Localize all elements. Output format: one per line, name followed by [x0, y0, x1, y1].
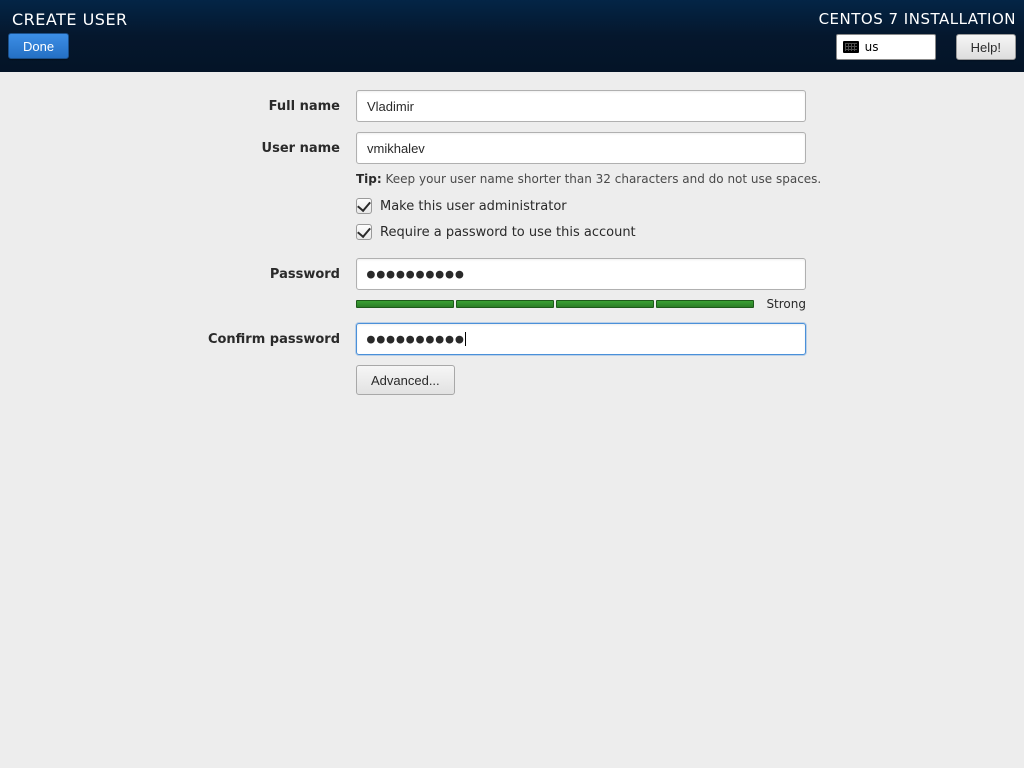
header-bar: CREATE USER Done CENTOS 7 INSTALLATION u…	[0, 0, 1024, 72]
confirm-password-input[interactable]: ●●●●●●●●●●	[356, 323, 806, 355]
create-user-form: Full name User name Tip: Keep your user …	[0, 72, 1024, 395]
username-tip: Tip: Keep your user name shorter than 32…	[356, 172, 836, 186]
admin-checkbox-label: Make this user administrator	[380, 199, 567, 214]
fullname-label: Full name	[0, 99, 356, 114]
advanced-button[interactable]: Advanced...	[356, 365, 455, 395]
require-password-checkbox-row[interactable]: Require a password to use this account	[356, 224, 1024, 240]
keyboard-layout-selector[interactable]: us	[836, 34, 936, 60]
page-title: CREATE USER	[12, 10, 128, 29]
done-button[interactable]: Done	[8, 33, 69, 59]
password-mask: ●●●●●●●●●●	[367, 267, 465, 282]
install-title: CENTOS 7 INSTALLATION	[819, 10, 1016, 28]
require-password-checkbox-label: Require a password to use this account	[380, 225, 636, 240]
password-strength: Strong	[356, 297, 806, 311]
require-password-checkbox[interactable]	[356, 224, 372, 240]
username-label: User name	[0, 141, 356, 156]
strength-segment	[556, 300, 654, 308]
keyboard-icon	[843, 41, 859, 53]
password-input[interactable]: ●●●●●●●●●●	[356, 258, 806, 290]
confirm-password-label: Confirm password	[0, 332, 356, 347]
help-button[interactable]: Help!	[956, 34, 1016, 60]
keyboard-layout-label: us	[865, 40, 879, 54]
strength-segment	[456, 300, 554, 308]
username-input[interactable]	[356, 132, 806, 164]
fullname-input[interactable]	[356, 90, 806, 122]
confirm-password-mask: ●●●●●●●●●●	[367, 332, 465, 347]
strength-label: Strong	[766, 297, 806, 311]
admin-checkbox[interactable]	[356, 198, 372, 214]
header-right: CENTOS 7 INSTALLATION us Help!	[819, 10, 1016, 60]
tip-text: Keep your user name shorter than 32 char…	[386, 172, 822, 186]
text-caret	[465, 332, 466, 346]
strength-segment	[656, 300, 754, 308]
strength-bar	[356, 300, 754, 308]
tip-prefix: Tip:	[356, 172, 382, 186]
admin-checkbox-row[interactable]: Make this user administrator	[356, 198, 1024, 214]
password-label: Password	[0, 267, 356, 282]
strength-segment	[356, 300, 454, 308]
